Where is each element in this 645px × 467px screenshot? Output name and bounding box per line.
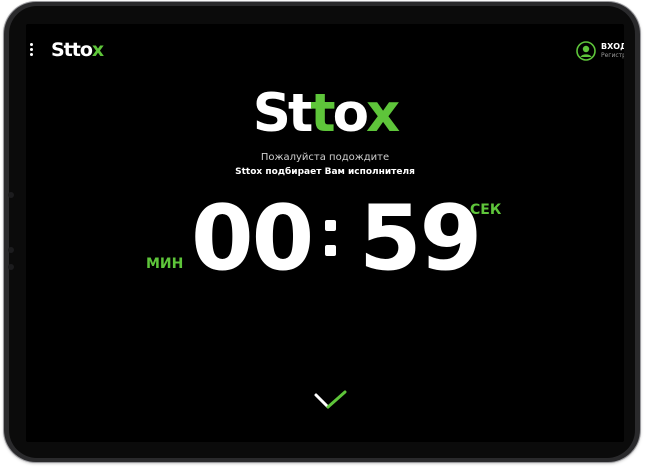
colon-dot	[325, 245, 336, 256]
header-logo[interactable]: Sttox	[51, 39, 104, 61]
minutes-label: МИН	[146, 256, 184, 272]
menu-dot-icon	[29, 53, 33, 56]
searching-message: Sttox подбирает Вам исполнителя	[235, 167, 415, 177]
menu-dot-icon	[29, 48, 33, 51]
side-sensor	[8, 264, 14, 270]
menu-button[interactable]	[28, 42, 34, 56]
login-button[interactable]: ВХОД Регистр	[576, 41, 624, 61]
app-screen: Sttox ВХОД Регистр Sttox Пожалуйста подо…	[26, 24, 624, 442]
tablet-frame: Sttox ВХОД Регистр Sttox Пожалуйста подо…	[4, 2, 640, 462]
login-label: ВХОД	[601, 42, 624, 51]
wait-message: Пожалуйста подождите	[260, 152, 390, 163]
seconds-label: СЕК	[470, 202, 502, 218]
header-logo-text: Sttox	[51, 39, 104, 61]
side-sensor	[8, 192, 14, 198]
side-sensor	[8, 247, 14, 253]
minutes-value: 00	[191, 186, 314, 291]
user-circle-icon	[576, 41, 596, 61]
seconds-value: 59	[359, 186, 482, 291]
chevron-down-icon[interactable]	[313, 390, 349, 412]
colon-dot	[325, 220, 336, 231]
login-text: ВХОД Регистр	[601, 42, 624, 60]
menu-dot-icon	[29, 43, 33, 46]
main-logo: Sttox	[252, 83, 400, 144]
register-label: Регистр	[601, 52, 624, 59]
